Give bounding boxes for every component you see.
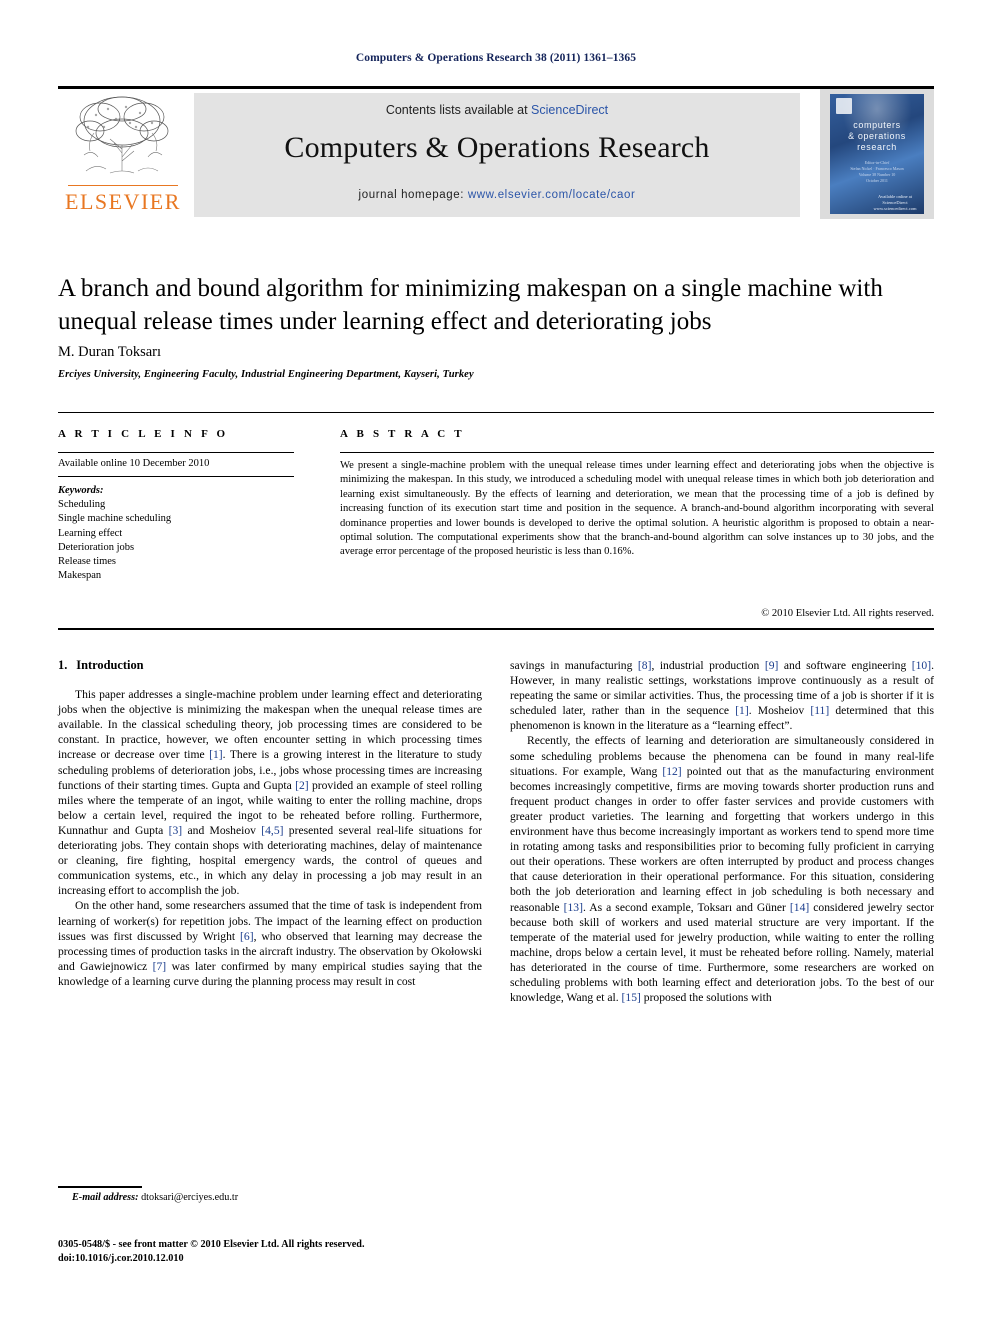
keyword-item: Release times: [58, 556, 117, 568]
journal-masthead: ELSEVIER Contents lists available at Sci…: [58, 89, 934, 219]
email-label: E-mail address:: [72, 1192, 139, 1203]
paragraph: Recently, the effects of learning and de…: [510, 734, 934, 1005]
doi-line[interactable]: doi:10.1016/j.cor.2010.12.010: [58, 1252, 508, 1266]
elsevier-logo-rule: [68, 185, 178, 186]
citation-ref[interactable]: [8]: [638, 659, 652, 672]
keyword-item: Makespan: [58, 570, 102, 582]
elsevier-wordmark: ELSEVIER: [65, 189, 181, 214]
citation-ref[interactable]: [7]: [153, 960, 167, 973]
running-head: Computers & Operations Research 38 (2011…: [355, 52, 637, 64]
cover-elsevier-mark-icon: [836, 98, 852, 114]
article-info-rule: [58, 452, 294, 453]
section-title: Introduction: [76, 658, 144, 672]
citation-ref[interactable]: [4,5]: [261, 824, 283, 837]
section-number: 1.: [58, 658, 68, 672]
article-history: Available online 10 December 2010: [58, 458, 210, 469]
paragraph: savings in manufacturing [8], industrial…: [510, 659, 934, 733]
citation-ref[interactable]: [10]: [912, 659, 931, 672]
affiliation: Erciyes University, Engineering Faculty,…: [58, 369, 474, 380]
keywords-block: Keywords: Scheduling Single machine sche…: [58, 484, 294, 583]
cover-editor-text: Editor-in-Chief Stefan Nickel · Francesc…: [850, 160, 904, 183]
body-column-right: savings in manufacturing [8], industrial…: [510, 658, 934, 1005]
cover-title-line1: computers: [853, 120, 901, 130]
keyword-item: Scheduling: [58, 499, 106, 511]
journal-title: Computers & Operations Research: [284, 131, 710, 164]
article-info-heading: A R T I C L E I N F O: [58, 428, 229, 440]
paragraph: On the other hand, some researchers assu…: [58, 899, 482, 988]
elsevier-tree-icon: [75, 96, 169, 174]
info-section-bottom-rule: [58, 628, 934, 630]
imprint-block: 0305-0548/$ - see front matter © 2010 El…: [58, 1238, 508, 1266]
paragraph: This paper addresses a single-machine pr…: [58, 688, 483, 898]
citation-ref[interactable]: [6]: [240, 930, 254, 943]
contents-available-line: Contents lists available at ScienceDirec…: [194, 103, 800, 117]
citation-ref[interactable]: [9]: [765, 659, 779, 672]
citation-ref[interactable]: [3]: [169, 824, 183, 837]
contents-prefix: Contents lists available at: [385, 103, 532, 117]
homepage-prefix: journal homepage:: [358, 189, 468, 201]
copyright-line: © 2010 Elsevier Ltd. All rights reserved…: [761, 608, 934, 619]
journal-homepage-link[interactable]: www.elsevier.com/locate/caor: [468, 189, 636, 201]
issn-line: 0305-0548/$ - see front matter © 2010 El…: [58, 1239, 365, 1250]
journal-band: Contents lists available at ScienceDirec…: [194, 93, 800, 217]
citation-ref[interactable]: [14]: [790, 901, 809, 914]
section-heading-introduction: 1. Introduction: [58, 658, 482, 673]
page-title: A branch and bound algorithm for minimiz…: [58, 275, 883, 335]
cover-journal-title: computers & operations research: [830, 120, 924, 153]
article-history-rule: [58, 476, 294, 477]
footnote-rule: [58, 1186, 142, 1188]
keyword-item: Deterioration jobs: [58, 541, 135, 553]
email-address[interactable]: dtoksari@erciyes.edu.tr: [141, 1192, 238, 1203]
abstract-text: We present a single-machine problem with…: [340, 460, 934, 558]
citation-ref[interactable]: [2]: [295, 779, 309, 792]
citation-ref[interactable]: [12]: [662, 765, 681, 778]
journal-cover-art: computers & operations research Editor-i…: [830, 94, 924, 214]
citation-ref[interactable]: [11]: [810, 704, 829, 717]
citation-ref[interactable]: [1]: [209, 748, 223, 761]
citation-ref[interactable]: [13]: [564, 901, 583, 914]
abstract-rule: [340, 452, 934, 453]
keywords-label: Keywords:: [58, 485, 104, 496]
body-column-left: 1. Introduction This paper addresses a si…: [58, 658, 482, 989]
cover-title-line3: research: [857, 142, 897, 152]
abstract-heading: A B S T R A C T: [340, 428, 465, 440]
footnote-email: E-mail address: dtoksari@erciyes.edu.tr: [58, 1192, 482, 1203]
keyword-item: Single machine scheduling: [58, 513, 172, 525]
cover-sciencedirect-text: Available online at ScienceDirect www.sc…: [873, 194, 917, 211]
citation-ref[interactable]: [15]: [622, 991, 641, 1004]
journal-homepage-line: journal homepage: www.elsevier.com/locat…: [194, 189, 800, 201]
elsevier-logo: ELSEVIER: [58, 93, 188, 218]
info-section-top-rule: [58, 412, 934, 413]
cover-title-line2: & operations: [848, 131, 906, 141]
article-page: Computers & Operations Research 38 (2011…: [0, 0, 992, 1323]
keyword-item: Learning effect: [58, 527, 123, 539]
sciencedirect-link[interactable]: ScienceDirect: [531, 103, 608, 117]
citation-ref[interactable]: [1]: [735, 704, 749, 717]
journal-cover-thumbnail: computers & operations research Editor-i…: [820, 89, 934, 219]
author-list: M. Duran Toksarı: [58, 344, 162, 360]
